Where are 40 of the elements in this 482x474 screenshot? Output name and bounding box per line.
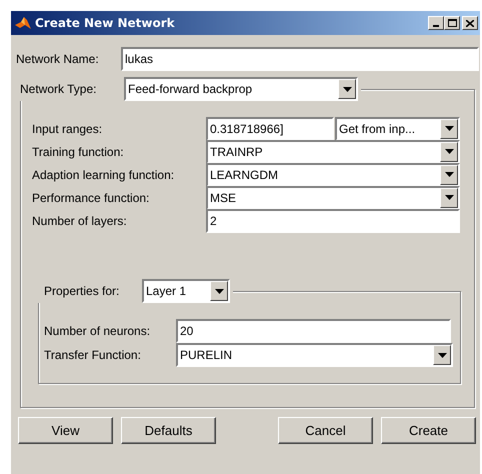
field-label: Input ranges: — [32, 120, 104, 138]
field-label: Network Name: — [15, 51, 100, 68]
dialog-button[interactable]: Create — [381, 417, 476, 444]
group-label: Properties for: — [43, 283, 120, 300]
dialog-button[interactable]: Defaults — [121, 417, 216, 444]
dropdown[interactable]: TRAINRP — [206, 140, 460, 164]
caret-icon — [444, 149, 454, 154]
dialog-button[interactable]: View — [18, 417, 113, 444]
close-icon — [466, 20, 474, 26]
close-button[interactable] — [462, 16, 478, 30]
text-field[interactable]: 2 — [206, 208, 460, 232]
minimize-icon — [433, 25, 439, 27]
caret-icon — [444, 195, 454, 200]
dropdown[interactable]: Get from inp... — [335, 116, 460, 140]
field-label: Number of neurons: — [44, 323, 152, 340]
caret-icon — [214, 288, 224, 294]
dialog-button[interactable]: Cancel — [278, 417, 373, 444]
dropdown[interactable]: Layer 1 — [142, 279, 230, 303]
minimize-button[interactable] — [428, 16, 444, 30]
dropdown[interactable]: LEARNGDM — [206, 162, 460, 186]
peak-icon — [15, 16, 31, 30]
dropdown[interactable]: Feed-forward backprop — [124, 77, 358, 101]
field-label: Number of layers: — [32, 212, 128, 230]
window-title: Create New Network — [35, 15, 176, 32]
text-field[interactable]: lukas — [121, 47, 479, 71]
caret-icon — [444, 126, 454, 131]
maximize-button[interactable] — [444, 16, 460, 30]
caret-icon — [342, 86, 352, 92]
dropdown[interactable]: MSE — [206, 186, 460, 210]
text-field[interactable]: 20 — [176, 319, 451, 343]
field-label: Transfer Function: — [44, 347, 142, 364]
field-label: Adaption learning function: — [32, 166, 176, 184]
field-label: Performance function: — [32, 190, 150, 206]
caret-icon — [444, 172, 454, 177]
field-label: Training function: — [32, 144, 125, 160]
text-field[interactable]: 0.318718966] — [206, 116, 334, 140]
dropdown[interactable]: PURELIN — [176, 343, 453, 367]
caret-icon — [438, 352, 446, 358]
maximize-icon — [448, 19, 456, 27]
group-label: Network Type: — [19, 81, 98, 98]
